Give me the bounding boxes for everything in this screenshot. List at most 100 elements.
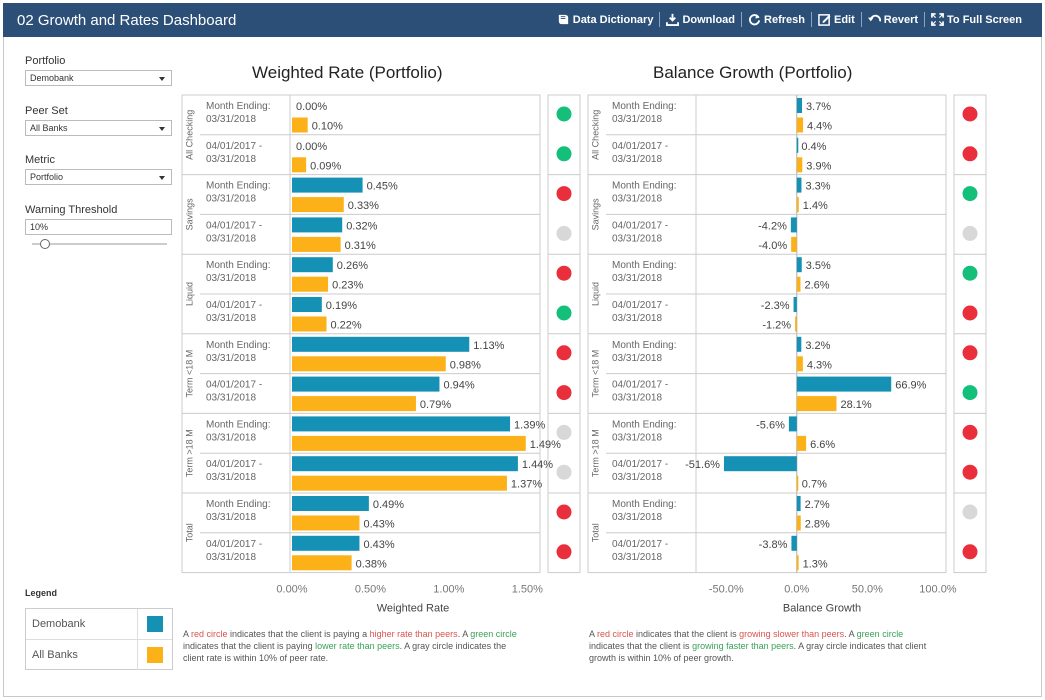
period-label: Month Ending:	[206, 419, 271, 430]
metric-label: Metric	[25, 154, 55, 166]
data-label: 0.98%	[450, 359, 481, 371]
peer-set-select[interactable]: All Banks	[25, 120, 172, 136]
status-circle-red	[556, 504, 572, 520]
edit-button[interactable]: Edit	[810, 12, 861, 27]
legend-swatch-all-banks	[147, 647, 163, 663]
data-label: -5.6%	[756, 419, 785, 431]
note-text: A	[589, 629, 598, 639]
group-label: Liquid	[184, 282, 194, 306]
data-label: 3.3%	[805, 181, 830, 193]
bar-demobank	[292, 217, 343, 233]
bar-demobank	[292, 496, 369, 511]
status-circle-red	[962, 424, 978, 440]
bar-demobank	[796, 177, 802, 193]
period-label: 03/31/2018	[206, 353, 256, 364]
portfolio-select-value: Demobank	[30, 73, 74, 83]
bar-all-banks	[796, 276, 801, 292]
period-label: 04/01/2017 -	[206, 380, 262, 391]
data-label: 0.26%	[337, 260, 368, 272]
bar-all-banks	[292, 475, 507, 491]
status-circle-green	[962, 265, 978, 281]
period-label: 03/31/2018	[206, 432, 256, 443]
note-red: higher rate than peers	[369, 629, 458, 639]
period-label: 03/31/2018	[612, 512, 662, 523]
period-label: 03/31/2018	[206, 114, 256, 125]
period-label: 03/31/2018	[206, 233, 256, 244]
threshold-slider-handle[interactable]	[40, 239, 50, 249]
metric-select[interactable]: Portfolio	[25, 169, 172, 185]
data-label: 28.1%	[840, 399, 871, 411]
full-screen-button[interactable]: To Full Screen	[924, 12, 1028, 27]
note-green: green circle	[856, 629, 904, 639]
period-label: Month Ending:	[612, 260, 677, 271]
period-label: 03/31/2018	[612, 154, 662, 165]
period-label: Month Ending:	[206, 340, 271, 351]
bar-demobank	[292, 416, 511, 432]
data-label: 2.6%	[804, 280, 829, 292]
bar-all-banks	[796, 117, 804, 133]
data-label: 0.43%	[363, 519, 394, 531]
refresh-icon	[749, 13, 761, 26]
bar-demobank	[796, 257, 802, 273]
group-label: All Checking	[184, 110, 194, 160]
download-button[interactable]: Download	[659, 12, 741, 27]
note-text: indicates that the client is paying	[183, 641, 316, 651]
bar-all-banks	[292, 515, 360, 531]
data-label: -4.0%	[758, 240, 787, 252]
legend: Demobank All Banks	[25, 608, 173, 670]
bar-demobank	[292, 456, 518, 472]
data-label: 0.19%	[326, 300, 357, 312]
note-red: red circle	[597, 629, 634, 639]
period-label: 03/31/2018	[612, 353, 662, 364]
refresh-button[interactable]: Refresh	[741, 12, 811, 27]
bar-all-banks	[796, 157, 803, 173]
weighted-rate-chart: 0.00% 0.50% 1.00% 1.50% Weighted Rate All Che…	[181, 94, 581, 615]
period-label: 03/31/2018	[612, 393, 662, 404]
status-circle-green	[556, 146, 572, 162]
data-label: 1.49%	[530, 439, 561, 451]
threshold-input[interactable]: 10%	[25, 219, 172, 235]
bar-demobank	[796, 98, 803, 113]
data-label: 0.31%	[345, 240, 376, 252]
legend-item-all-banks[interactable]: All Banks	[26, 640, 172, 670]
period-label: Month Ending:	[206, 499, 271, 510]
period-label: Month Ending:	[206, 181, 271, 192]
threshold-slider-track[interactable]	[32, 243, 167, 245]
legend-label: Demobank	[32, 618, 86, 630]
x-tick-label: 1.00%	[433, 584, 464, 596]
title-bar: 02 Growth and Rates Dashboard Data Dicti…	[3, 3, 1042, 37]
portfolio-select[interactable]: Demobank	[25, 70, 172, 86]
data-label: 3.7%	[806, 101, 831, 113]
download-icon	[666, 13, 680, 26]
data-label: -2.3%	[761, 300, 790, 312]
bar-demobank	[793, 297, 797, 312]
full-screen-label: To Full Screen	[947, 13, 1022, 26]
data-label: 0.4%	[801, 141, 826, 153]
period-label: 03/31/2018	[612, 114, 662, 125]
bar-all-banks	[292, 197, 344, 213]
group-label: Term <18 M	[184, 350, 194, 398]
bar-demobank	[796, 496, 801, 511]
legend-label: All Banks	[32, 649, 78, 661]
status-circle-red	[962, 345, 978, 361]
bar-demobank	[292, 336, 470, 352]
bar-all-banks	[292, 117, 308, 133]
period-label: 03/31/2018	[206, 194, 256, 205]
data-label: 0.22%	[331, 320, 362, 332]
group-label: Savings	[184, 198, 194, 231]
legend-divider	[137, 640, 138, 670]
data-dictionary-button[interactable]: Data Dictionary	[551, 12, 660, 27]
data-label: 1.13%	[473, 340, 504, 352]
status-circle-red	[962, 146, 978, 162]
revert-button[interactable]: Revert	[860, 12, 924, 27]
period-label: 03/31/2018	[206, 512, 256, 523]
balance-growth-title: Balance Growth (Portfolio)	[653, 63, 853, 82]
x-tick-label: 0.50%	[355, 584, 386, 596]
period-label: 03/31/2018	[206, 154, 256, 165]
period-label: Month Ending:	[206, 101, 271, 112]
note-text: indicates that the client is paying a	[227, 629, 370, 639]
bar-all-banks	[795, 316, 797, 332]
revert-icon	[867, 14, 881, 22]
legend-item-demobank[interactable]: Demobank	[26, 609, 172, 639]
status-circle-red	[556, 544, 572, 560]
